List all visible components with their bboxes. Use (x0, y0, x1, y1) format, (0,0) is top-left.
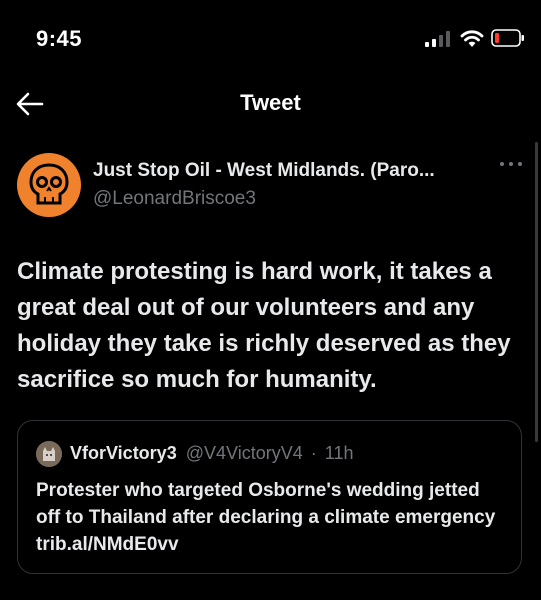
cat-photo-icon (36, 441, 62, 467)
battery-icon (491, 29, 524, 47)
quoted-text: Protester who targeted Osborne's wedding… (36, 480, 496, 555)
author-avatar[interactable] (17, 153, 81, 217)
quoted-author-handle[interactable]: @V4VictoryV4 (186, 443, 303, 463)
quoted-author-avatar[interactable] (36, 441, 62, 467)
nav-bar: Tweet (0, 72, 541, 136)
tweet-text: Climate protesting is hard work, it take… (17, 258, 511, 393)
quoted-timestamp: 11h (324, 443, 354, 463)
author-name[interactable]: Just Stop Oil - West Midlands. (Paro... (93, 160, 435, 182)
more-options-icon[interactable] (498, 158, 524, 170)
wifi-icon (460, 30, 484, 47)
tweet: Just Stop Oil - West Midlands. (Paro... … (0, 136, 541, 600)
status-time: 9:45 (36, 26, 83, 51)
page-title: Tweet (240, 90, 301, 115)
status-bar: 9:45 (0, 0, 541, 72)
quoted-header: VforVictory3 @V4VictoryV4 · 11h (70, 443, 353, 464)
author-handle[interactable]: @LeonardBriscoe3 (93, 188, 256, 210)
cellular-signal-icon (425, 31, 450, 47)
skull-icon (29, 163, 69, 205)
quoted-separator: · (310, 443, 317, 463)
quoted-author-name[interactable]: VforVictory3 (70, 443, 177, 463)
quoted-tweet[interactable]: VforVictory3 @V4VictoryV4 · 11h Proteste… (17, 420, 522, 574)
